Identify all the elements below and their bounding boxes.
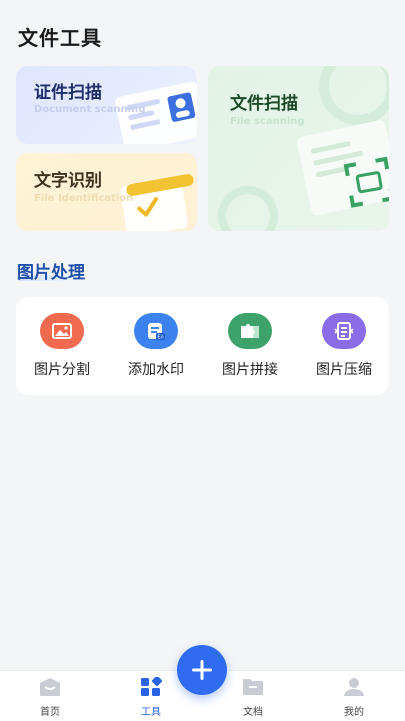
text-recognition-card[interactable]: 文字识别 File Identification bbox=[16, 153, 197, 231]
tab-tools[interactable]: 工具 bbox=[121, 675, 181, 718]
home-icon bbox=[40, 678, 60, 696]
tab-label: 工具 bbox=[141, 707, 161, 718]
tool-label: 图片分割 bbox=[34, 362, 90, 378]
file-scan-title: 文件扫描 bbox=[230, 94, 298, 114]
tab-label: 文档 bbox=[243, 707, 263, 718]
tool-image-compress[interactable]: 图片压缩 bbox=[304, 313, 384, 379]
id-scan-subtitle: Document scanning bbox=[34, 104, 146, 115]
puzzle-icon bbox=[228, 313, 272, 349]
add-button[interactable] bbox=[177, 645, 227, 695]
compress-icon bbox=[322, 313, 366, 349]
id-scan-card[interactable]: 证件扫描 Document scanning bbox=[16, 66, 197, 144]
file-scan-subtitle: File scanning bbox=[230, 116, 305, 127]
tab-mine[interactable]: 我的 bbox=[324, 677, 384, 718]
image-icon bbox=[40, 313, 84, 349]
plus-icon bbox=[192, 660, 212, 680]
section-title-image-processing: 图片处理 bbox=[17, 263, 85, 283]
id-scan-title: 证件扫描 bbox=[34, 83, 102, 103]
user-icon bbox=[344, 678, 364, 696]
tool-add-watermark[interactable]: En 添加水印 bbox=[116, 313, 196, 379]
tool-label: 图片压缩 bbox=[316, 362, 372, 378]
svg-text:En: En bbox=[157, 335, 163, 341]
tools-icon bbox=[141, 675, 163, 696]
tool-image-split[interactable]: 图片分割 bbox=[22, 313, 102, 379]
tool-label: 图片拼接 bbox=[222, 362, 278, 378]
image-tools-panel: 图片分割 En 添加水印 图片拼接 图片压缩 bbox=[16, 297, 389, 395]
text-recognition-subtitle: File Identification bbox=[34, 193, 134, 204]
tab-label: 首页 bbox=[40, 707, 60, 718]
tab-label: 我的 bbox=[344, 707, 364, 718]
text-recognition-title: 文字识别 bbox=[34, 171, 102, 191]
page-title: 文件工具 bbox=[18, 26, 102, 50]
folder-icon bbox=[243, 679, 263, 695]
file-scan-card[interactable]: 文件扫描 File scanning bbox=[208, 66, 389, 231]
tool-image-stitch[interactable]: 图片拼接 bbox=[210, 313, 290, 379]
tool-label: 添加水印 bbox=[128, 362, 184, 378]
tab-documents[interactable]: 文档 bbox=[223, 677, 283, 718]
tab-home[interactable]: 首页 bbox=[20, 677, 80, 718]
document-en-icon: En bbox=[134, 313, 178, 349]
document-check-illustration-icon bbox=[120, 174, 194, 231]
